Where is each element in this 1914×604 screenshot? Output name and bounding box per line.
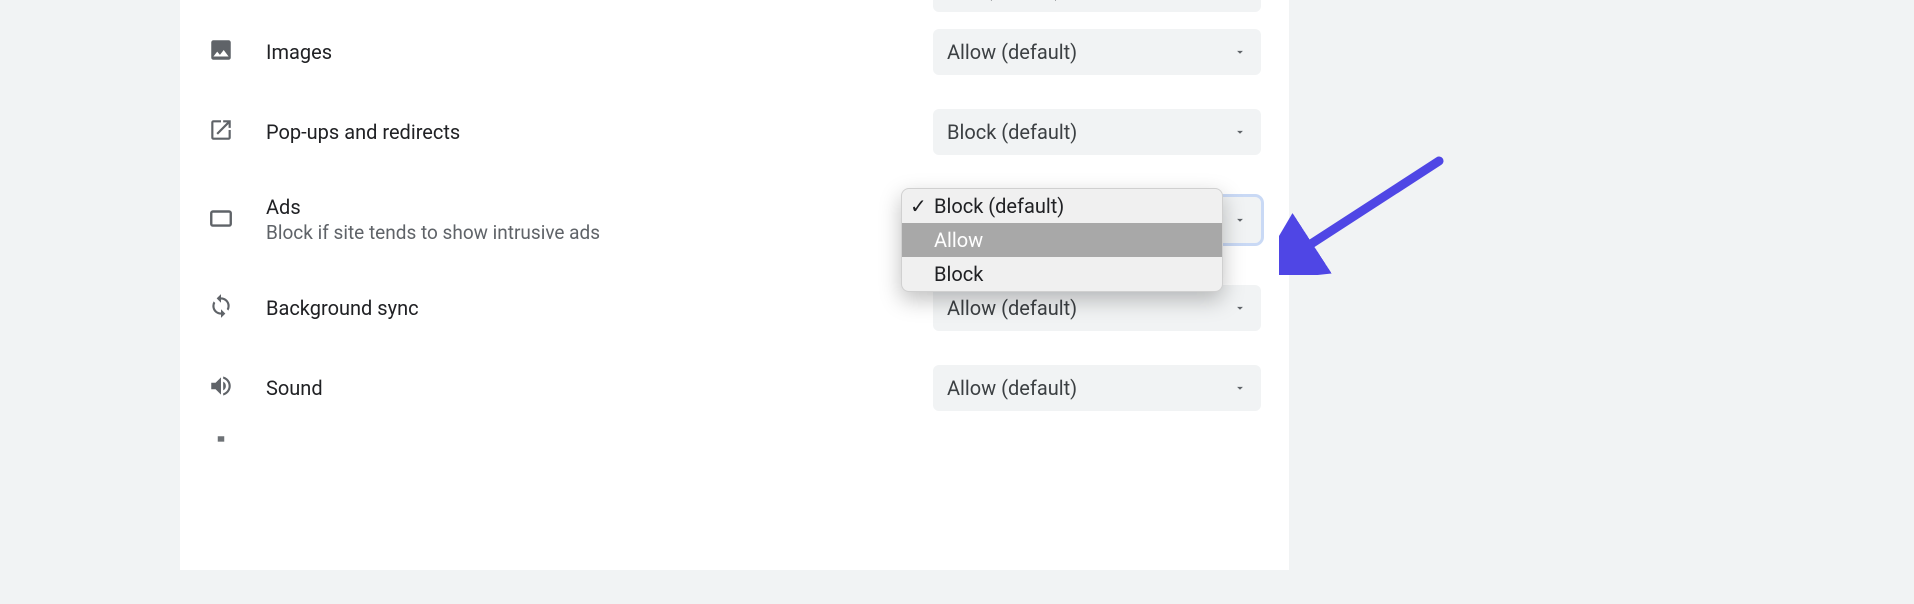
permission-row-sound: Sound Allow (default): [180, 348, 1289, 428]
images-select[interactable]: Allow (default): [933, 29, 1261, 75]
permission-row-flash: Flash Ask (default): [180, 0, 1289, 12]
permission-label: Background sync: [266, 296, 933, 320]
popups-select[interactable]: Block (default): [933, 109, 1261, 155]
flash-select[interactable]: Ask (default): [933, 0, 1261, 12]
sync-icon: [208, 293, 234, 324]
permission-sublabel: Block if site tends to show intrusive ad…: [266, 221, 933, 246]
permission-label: Sound: [266, 376, 933, 400]
permission-label: Images: [266, 40, 933, 64]
dropdown-option-block-default[interactable]: ✓ Block (default): [902, 189, 1222, 223]
permission-row-popups: Pop-ups and redirects Block (default): [180, 92, 1289, 172]
permission-row-autodownload: [180, 428, 1289, 468]
chevron-down-icon: [1233, 125, 1247, 139]
sound-icon: [208, 373, 234, 404]
permission-label: Ads: [266, 195, 933, 219]
check-icon: ✓: [910, 194, 934, 218]
sound-select[interactable]: Allow (default): [933, 365, 1261, 411]
dropdown-option-block[interactable]: Block: [902, 257, 1222, 291]
chevron-down-icon: [1233, 301, 1247, 315]
ads-dropdown-menu: ✓ Block (default) Allow Block: [901, 188, 1223, 292]
option-label: Block (default): [934, 194, 1064, 218]
select-value: Ask (default): [947, 0, 1061, 1]
permission-label: Pop-ups and redirects: [266, 120, 933, 144]
chevron-down-icon: [1233, 45, 1247, 59]
select-value: Allow (default): [947, 296, 1077, 320]
option-label: Block: [934, 262, 983, 286]
open-in-new-icon: [208, 117, 234, 148]
image-icon: [208, 37, 234, 68]
pointer-arrow-icon: [1279, 155, 1449, 280]
settings-panel: Flash Ask (default) Images Allow (defaul…: [180, 0, 1289, 570]
chevron-down-icon: [1233, 381, 1247, 395]
select-value: Allow (default): [947, 40, 1077, 64]
select-value: Block (default): [947, 120, 1077, 144]
tab-icon: [208, 205, 234, 236]
permission-row-images: Images Allow (default): [180, 12, 1289, 92]
chevron-down-icon: [1233, 213, 1247, 227]
download-icon: [208, 433, 234, 464]
option-label: Allow: [934, 228, 983, 252]
dropdown-option-allow[interactable]: Allow: [902, 223, 1222, 257]
select-value: Allow (default): [947, 376, 1077, 400]
